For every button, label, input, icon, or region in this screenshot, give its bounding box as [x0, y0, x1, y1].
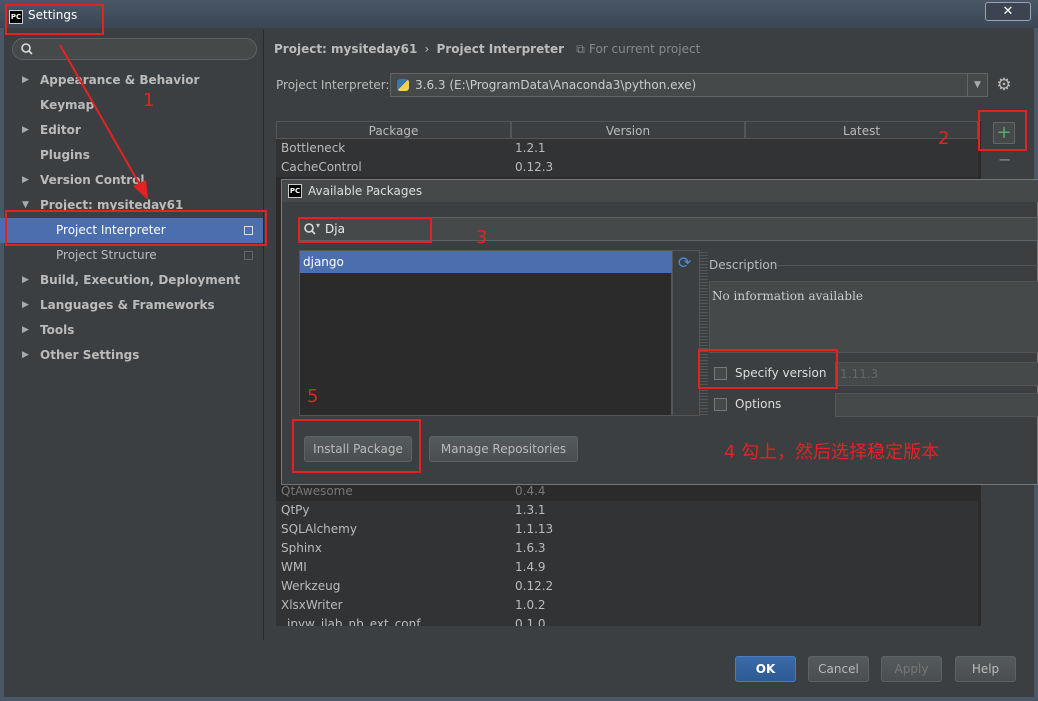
annotation-label: 1	[143, 90, 155, 111]
annotation-label: 5	[307, 386, 319, 407]
annotation-arrow	[59, 44, 148, 200]
annotation-label: 3	[476, 227, 488, 248]
annotation-label: 2	[938, 128, 950, 149]
annotation-label: 4 勾上，然后选择稳定版本	[724, 442, 940, 463]
